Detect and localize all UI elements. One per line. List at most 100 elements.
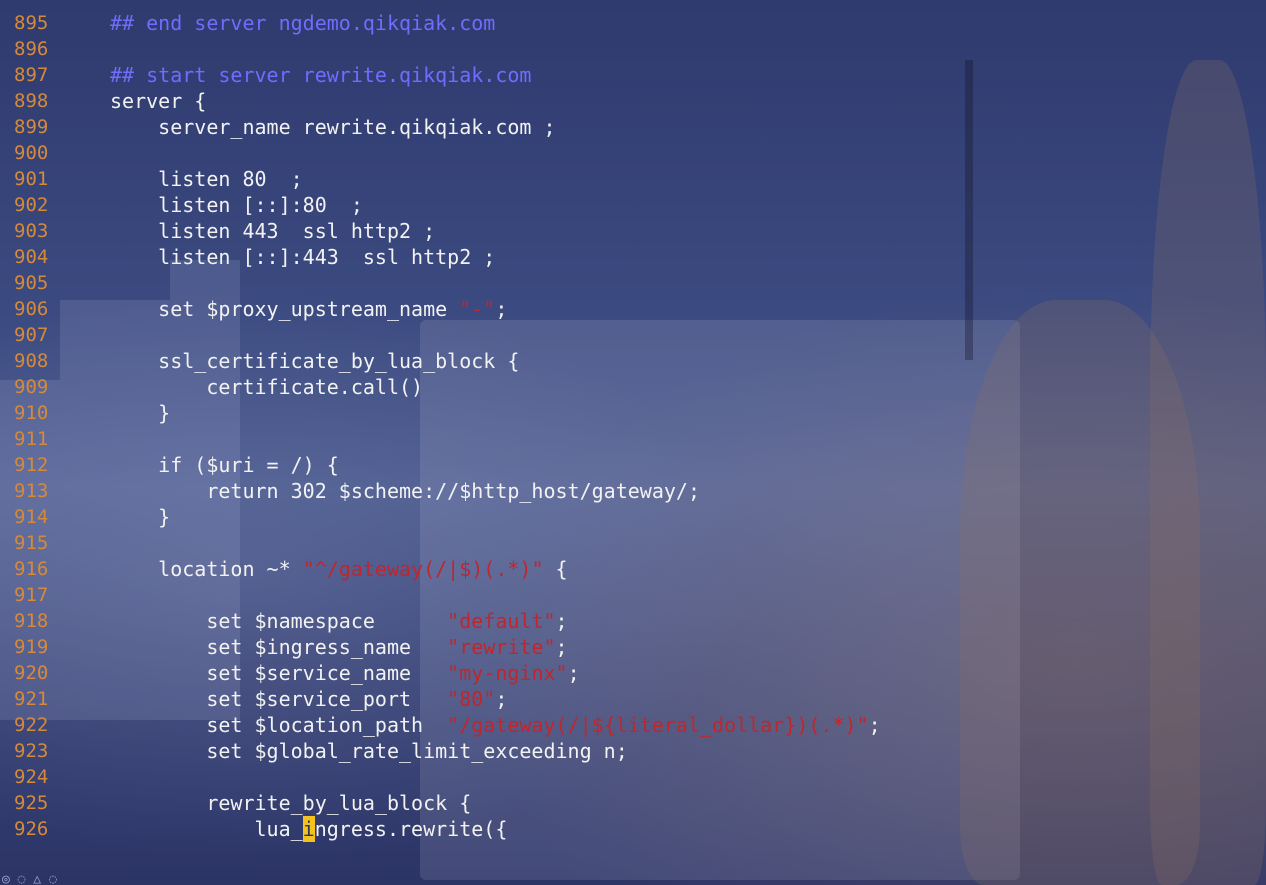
code-text: server_name rewrite.qikqiak.com ; xyxy=(110,114,555,140)
terminal-window[interactable]: 895 ## end server ngdemo.qikqiak.com 896 89… xyxy=(0,0,1266,885)
code-line[interactable]: 918 set $namespace "default"; xyxy=(0,608,1266,634)
line-number: 914 xyxy=(14,506,49,528)
code-line[interactable]: 901 listen 80 ; xyxy=(0,166,1266,192)
line-number: 924 xyxy=(14,766,49,788)
code-line[interactable]: 898 server { xyxy=(0,88,1266,114)
code-line[interactable]: 915 xyxy=(0,530,1266,556)
code-line[interactable]: 902 listen [::]:80 ; xyxy=(0,192,1266,218)
code-text: listen 80 ; xyxy=(110,166,303,192)
code-line[interactable]: 924 xyxy=(0,764,1266,790)
code-token: set $namespace xyxy=(206,609,448,633)
code-line[interactable]: 897 ## start server rewrite.qikqiak.com xyxy=(0,62,1266,88)
code-token: listen [::]:443 ssl http2 ; xyxy=(158,245,496,269)
code-line[interactable]: 913 return 302 $scheme://$http_host/gate… xyxy=(0,478,1266,504)
code-string: "-" xyxy=(459,297,496,321)
code-string: "default" xyxy=(447,609,556,633)
line-number: 925 xyxy=(14,792,49,814)
code-line[interactable]: 922 set $location_path "/gateway(/|${lit… xyxy=(0,712,1266,738)
code-token: { xyxy=(543,557,568,581)
code-text: } xyxy=(110,400,170,426)
line-number: 899 xyxy=(14,116,49,138)
code-line[interactable]: 908 ssl_certificate_by_lua_block { xyxy=(0,348,1266,374)
code-line[interactable]: 906 set $proxy_upstream_name "-"; xyxy=(0,296,1266,322)
code-text: return 302 $scheme://$http_host/gateway/… xyxy=(110,478,700,504)
line-number: 903 xyxy=(14,220,49,242)
code-token: if ($uri = /) { xyxy=(158,453,339,477)
code-comment: ## end server ngdemo.qikqiak.com xyxy=(110,11,496,35)
code-string: "^/gateway(/|$)(.*)" xyxy=(302,557,544,581)
code-line[interactable]: 914 } xyxy=(0,504,1266,530)
code-line[interactable]: 904 listen [::]:443 ssl http2 ; xyxy=(0,244,1266,270)
line-number: 902 xyxy=(14,194,49,216)
code-token: listen 80 ; xyxy=(158,167,303,191)
code-token: } xyxy=(158,401,171,425)
line-number: 898 xyxy=(14,90,49,112)
code-editor[interactable]: 895 ## end server ngdemo.qikqiak.com 896 89… xyxy=(0,10,1266,842)
code-token: ngress.rewrite({ xyxy=(314,817,508,841)
line-number: 906 xyxy=(14,298,49,320)
text-cursor: i xyxy=(302,816,315,842)
line-number: 910 xyxy=(14,402,49,424)
code-text: set $namespace "default"; xyxy=(110,608,567,634)
code-line[interactable]: 926 lua_ingress.rewrite({ xyxy=(0,816,1266,842)
code-token: ; xyxy=(555,635,568,659)
code-token: set $service_name xyxy=(206,661,448,685)
line-number: 917 xyxy=(14,584,49,606)
line-number: 912 xyxy=(14,454,49,476)
code-line[interactable]: 912 if ($uri = /) { xyxy=(0,452,1266,478)
code-token: rewrite_by_lua_block { xyxy=(206,791,472,815)
code-text: lua_ingress.rewrite({ xyxy=(110,816,507,842)
code-line[interactable]: 916 location ~* "^/gateway(/|$)(.*)" { xyxy=(0,556,1266,582)
line-number: 918 xyxy=(14,610,49,632)
code-text: set $service_name "my-nginx"; xyxy=(110,660,579,686)
code-token: ; xyxy=(495,297,508,321)
code-token: set $location_path xyxy=(206,713,448,737)
code-line[interactable]: 923 set $global_rate_limit_exceeding n; xyxy=(0,738,1266,764)
code-text: location ~* "^/gateway(/|$)(.*)" { xyxy=(110,556,568,582)
code-line[interactable]: 900 xyxy=(0,140,1266,166)
code-text: if ($uri = /) { xyxy=(110,452,339,478)
code-string: "my-nginx" xyxy=(447,661,568,685)
code-token: set $proxy_upstream_name xyxy=(158,297,460,321)
code-token: set $global_rate_limit_exceeding n; xyxy=(206,739,628,763)
code-line[interactable]: 909 certificate.call() xyxy=(0,374,1266,400)
code-string: "/gateway(/|${literal_dollar})(.*)" xyxy=(447,713,869,737)
code-line[interactable]: 925 rewrite_by_lua_block { xyxy=(0,790,1266,816)
code-line[interactable]: 917 xyxy=(0,582,1266,608)
code-token: ; xyxy=(868,713,881,737)
code-line[interactable]: 919 set $ingress_name "rewrite"; xyxy=(0,634,1266,660)
code-line[interactable]: 907 xyxy=(0,322,1266,348)
code-line[interactable]: 903 listen 443 ssl http2 ; xyxy=(0,218,1266,244)
code-line[interactable]: 905 xyxy=(0,270,1266,296)
code-line[interactable]: 896 xyxy=(0,36,1266,62)
code-text: certificate.call() xyxy=(110,374,423,400)
code-line[interactable]: 910 } xyxy=(0,400,1266,426)
code-line[interactable]: 920 set $service_name "my-nginx"; xyxy=(0,660,1266,686)
code-token: listen [::]:80 ; xyxy=(158,193,363,217)
code-text: listen [::]:443 ssl http2 ; xyxy=(110,244,495,270)
line-number: 913 xyxy=(14,480,49,502)
line-number: 904 xyxy=(14,246,49,268)
status-icons: ◎ ◌ △ ◌ xyxy=(2,875,57,885)
code-line[interactable]: 899 server_name rewrite.qikqiak.com ; xyxy=(0,114,1266,140)
code-line[interactable]: 921 set $service_port "80"; xyxy=(0,686,1266,712)
code-line[interactable]: 911 xyxy=(0,426,1266,452)
line-number: 911 xyxy=(14,428,49,450)
line-number: 908 xyxy=(14,350,49,372)
code-line[interactable]: 895 ## end server ngdemo.qikqiak.com xyxy=(0,10,1266,36)
